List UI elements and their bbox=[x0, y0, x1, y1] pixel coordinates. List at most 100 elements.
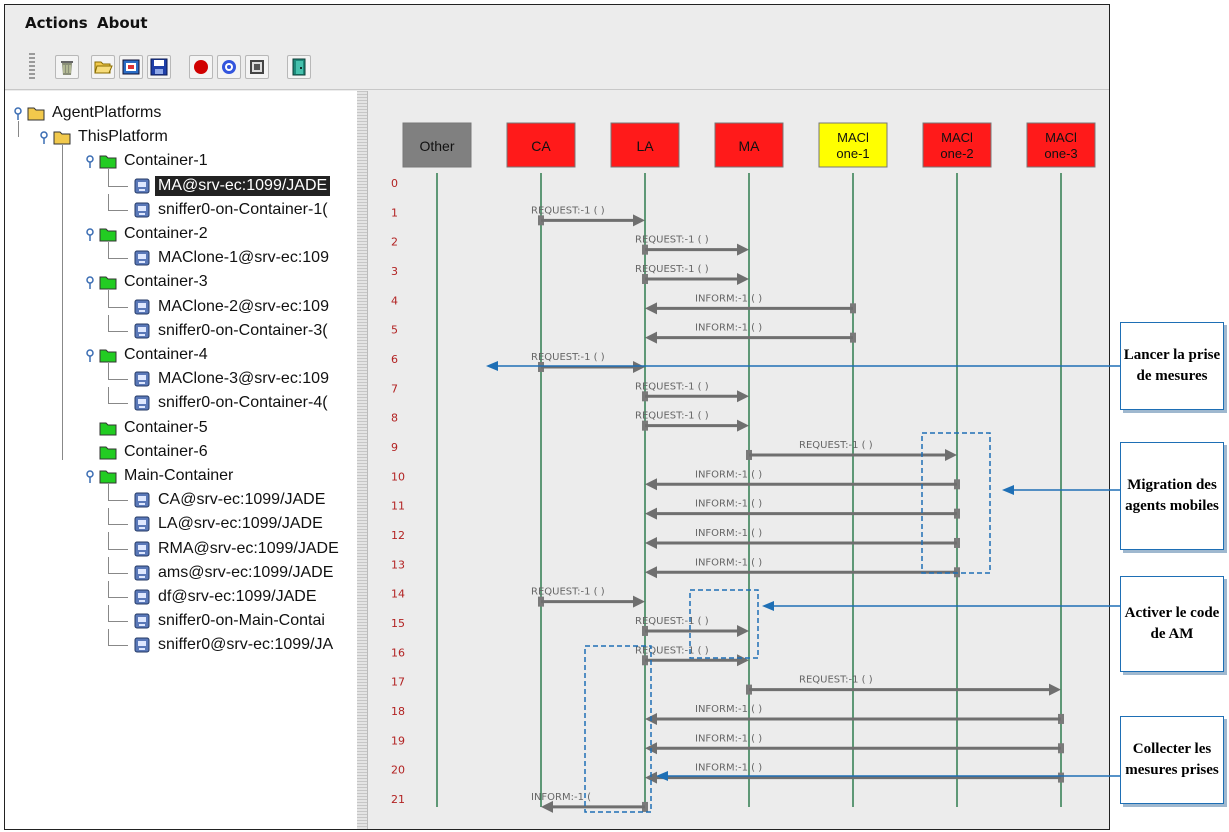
save-icon bbox=[150, 58, 168, 76]
message-label: REQUEST:-1 ( ) bbox=[531, 587, 605, 598]
tree-node-thisplatform[interactable]: ThisPlatform bbox=[53, 126, 171, 148]
tree-agent-node[interactable]: sniffer0-on-Container-1( bbox=[133, 199, 331, 221]
tree-container-container-4[interactable]: Container-4 bbox=[99, 344, 211, 366]
message-arrowhead bbox=[737, 390, 749, 403]
row-number: 2 bbox=[391, 236, 398, 249]
row-number: 11 bbox=[391, 500, 405, 513]
agent-name: MACl bbox=[941, 130, 973, 145]
open-button[interactable] bbox=[91, 55, 115, 79]
sniffer-canvas: Other CA LA MA MACl one-1 MACl one-2 MACl one-3 0 1… bbox=[369, 91, 1109, 829]
tree-root-agentplatforms[interactable]: AgentPlatforms bbox=[27, 102, 164, 124]
menu-about[interactable]: About bbox=[97, 14, 148, 32]
tree-agent-node[interactable]: sniffer0-on-Container-4( bbox=[133, 392, 331, 414]
tree-agent-node[interactable]: MAClone-1@srv-ec:109 bbox=[133, 247, 332, 269]
agent-name: CA bbox=[531, 138, 551, 154]
row-number: 8 bbox=[391, 412, 398, 425]
message-label: INFORM:-1 ( bbox=[531, 792, 591, 803]
message-arrowhead bbox=[645, 566, 657, 579]
folder-icon bbox=[53, 131, 71, 145]
folder-icon bbox=[99, 155, 117, 169]
open-folder-icon bbox=[94, 61, 113, 74]
callout-activer-code: Activer le code de AM bbox=[1120, 576, 1224, 672]
tree-agent-node[interactable]: MAClone-2@srv-ec:109 bbox=[133, 296, 332, 318]
tree-agent-node[interactable]: sniffer0@srv-ec:1099/JA bbox=[133, 634, 336, 656]
agent-icon bbox=[134, 541, 150, 557]
folder-icon bbox=[99, 446, 117, 460]
tree-node-label: sniffer0-on-Container-3( bbox=[158, 321, 328, 339]
record-button[interactable] bbox=[189, 55, 213, 79]
panel-splitter[interactable] bbox=[357, 91, 368, 829]
tree-agent-node[interactable]: LA@srv-ec:1099/JADE bbox=[133, 513, 326, 535]
tree-agent-node[interactable]: sniffer0-on-Container-3( bbox=[133, 320, 331, 342]
clear-canvas-button[interactable] bbox=[55, 55, 79, 79]
row-number: 18 bbox=[391, 705, 405, 718]
row-number: 9 bbox=[391, 441, 398, 454]
tree-node-label: Container-2 bbox=[124, 225, 208, 242]
tree-node-label: Container-6 bbox=[124, 442, 208, 460]
message-label: REQUEST:-1 ( ) bbox=[635, 616, 709, 627]
message-label: REQUEST:-1 ( ) bbox=[531, 352, 605, 363]
row-number: 7 bbox=[391, 382, 398, 395]
row-number: 4 bbox=[391, 294, 398, 307]
agent-name: LA bbox=[636, 138, 654, 154]
tree-container-main-container[interactable]: Main-Container bbox=[99, 465, 236, 487]
open-snapshot-button[interactable] bbox=[119, 55, 143, 79]
tree-node-label: RMA@srv-ec:1099/JADE bbox=[158, 539, 339, 557]
message-label: REQUEST:-1 ( ) bbox=[799, 675, 873, 686]
tree-agent-node[interactable]: MA@srv-ec:1099/JADE bbox=[133, 175, 331, 197]
tree-agent-node[interactable]: sniffer0-on-Main-Contai bbox=[133, 610, 328, 632]
tree-node-label: df@srv-ec:1099/JADE bbox=[158, 588, 317, 605]
expand-handle-icon[interactable] bbox=[85, 469, 95, 483]
agent-icon bbox=[134, 492, 150, 508]
message-arrowhead bbox=[645, 536, 657, 549]
tree-container-container-3[interactable]: Container-3 bbox=[99, 271, 211, 293]
snapshot-button[interactable] bbox=[245, 55, 269, 79]
agent-icon bbox=[134, 299, 150, 315]
agent-name: one-2 bbox=[940, 146, 973, 161]
row-number: 15 bbox=[391, 617, 405, 630]
tree-container-container-5[interactable]: Container-5 bbox=[99, 417, 211, 439]
tree-agent-node[interactable]: df@srv-ec:1099/JADE bbox=[133, 586, 320, 608]
tree-container-container-1[interactable]: Container-1 bbox=[99, 150, 211, 172]
message-arrowhead bbox=[737, 624, 749, 637]
expand-handle-icon[interactable] bbox=[85, 348, 95, 362]
row-number: 21 bbox=[391, 793, 405, 806]
toolbar-grip[interactable] bbox=[29, 53, 35, 81]
message-arrowhead bbox=[633, 595, 645, 608]
exit-button[interactable] bbox=[287, 55, 311, 79]
tree-node-label: sniffer0-on-Container-1( bbox=[158, 200, 328, 218]
expand-handle-icon[interactable] bbox=[85, 154, 95, 169]
agent-icon bbox=[134, 323, 150, 339]
agent-name: one-1 bbox=[836, 146, 869, 161]
tree-agent-node[interactable]: ams@srv-ec:1099/JADE bbox=[133, 562, 336, 584]
record-icon bbox=[194, 60, 208, 74]
callout-collecter-mesures: Collecter les mesures prises bbox=[1120, 716, 1224, 804]
message-arrowhead bbox=[645, 771, 657, 784]
expand-handle-icon[interactable] bbox=[85, 227, 95, 241]
tree-container-container-2[interactable]: Container-2 bbox=[99, 223, 211, 245]
filter-button[interactable] bbox=[217, 55, 241, 79]
expand-handle-icon[interactable] bbox=[13, 106, 23, 120]
tree-agent-node[interactable]: MAClone-3@srv-ec:109 bbox=[133, 368, 332, 390]
message-arrowhead bbox=[737, 654, 749, 667]
row-number: 3 bbox=[391, 265, 398, 278]
tree-node-label: ams@srv-ec:1099/JADE bbox=[158, 563, 334, 581]
expand-handle-icon[interactable] bbox=[85, 275, 95, 290]
tree-node-label: MAClone-1@srv-ec:109 bbox=[158, 249, 329, 267]
tree-node-label: sniffer0-on-Main-Contai bbox=[158, 612, 325, 630]
expand-handle-icon[interactable] bbox=[39, 130, 49, 145]
row-number: 14 bbox=[391, 588, 405, 601]
tree-agent-node[interactable]: RMA@srv-ec:1099/JADE bbox=[133, 538, 342, 560]
tree-container-container-6[interactable]: Container-6 bbox=[99, 441, 211, 463]
menu-actions[interactable]: Actions bbox=[25, 14, 88, 32]
tree-agent-node[interactable]: CA@srv-ec:1099/JADE bbox=[133, 489, 328, 511]
folder-icon bbox=[99, 422, 117, 436]
message-arrowhead bbox=[945, 448, 957, 461]
filter-icon bbox=[222, 60, 236, 74]
snapshot-icon bbox=[250, 60, 264, 74]
folder-icon bbox=[99, 349, 117, 363]
save-button[interactable] bbox=[147, 55, 171, 79]
message-label: INFORM:-1 ( ) bbox=[695, 293, 762, 304]
row-number: 17 bbox=[391, 676, 405, 689]
row-number: 5 bbox=[391, 324, 398, 337]
